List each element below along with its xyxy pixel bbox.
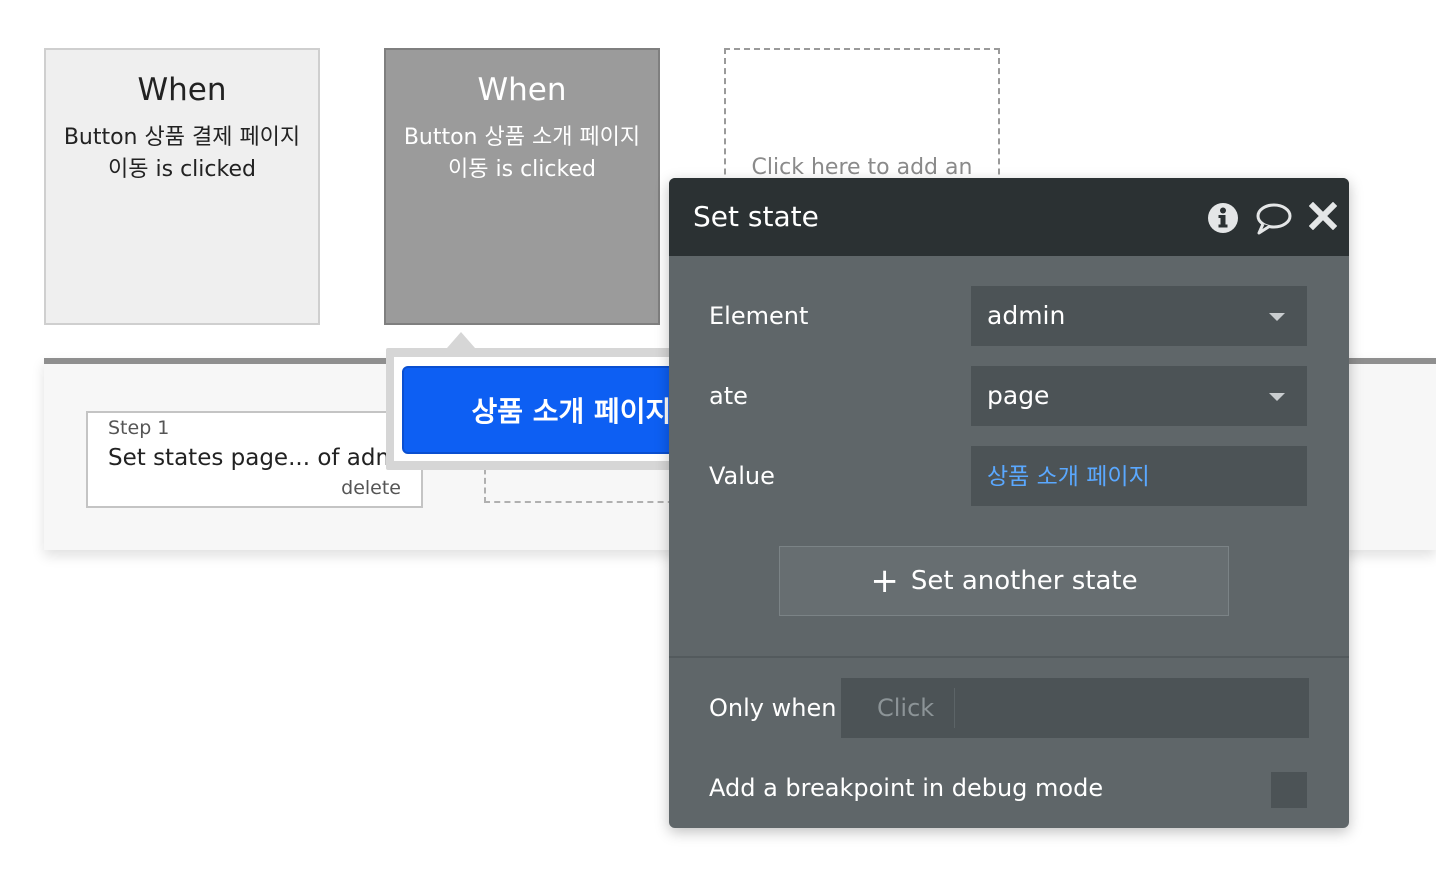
event-card-2-selected[interactable]: When Button 상품 소개 페이지 이동 is clicked bbox=[384, 48, 660, 325]
custom-state-label: ate bbox=[709, 382, 748, 410]
only-when-label: Only when bbox=[709, 694, 837, 722]
step-delete-link[interactable]: delete bbox=[341, 477, 401, 499]
set-another-state-label: Set another state bbox=[910, 566, 1138, 596]
event-card-title: When bbox=[477, 72, 567, 108]
custom-state-dropdown-value: page bbox=[987, 381, 1050, 410]
event-card-1[interactable]: When Button 상품 결제 페이지 이동 is clicked bbox=[44, 48, 320, 325]
info-icon[interactable] bbox=[1207, 202, 1239, 238]
set-state-panel: Set state Element admin ate page Value 상… bbox=[669, 178, 1349, 828]
step-summary: Set states page... of admi bbox=[108, 445, 405, 471]
breakpoint-checkbox[interactable] bbox=[1271, 772, 1307, 808]
event-card-title: When bbox=[137, 72, 227, 108]
step-1-card[interactable]: Step 1 Set states page... of admi delete bbox=[86, 411, 423, 508]
chevron-down-icon bbox=[1269, 393, 1285, 401]
value-expression: 상품 소개 페이지 bbox=[987, 464, 1150, 490]
close-icon[interactable] bbox=[1308, 201, 1338, 234]
value-label: Value bbox=[709, 462, 775, 490]
element-dropdown[interactable]: admin bbox=[971, 286, 1307, 346]
plus-icon: + bbox=[870, 561, 899, 601]
breakpoint-label: Add a breakpoint in debug mode bbox=[709, 774, 1104, 802]
value-input[interactable]: 상품 소개 페이지 bbox=[971, 446, 1307, 506]
panel-title: Set state bbox=[693, 200, 819, 233]
event-card-description: Button 상품 소개 페이지 이동 is clicked bbox=[403, 125, 641, 182]
tooltip-caret bbox=[447, 332, 475, 348]
comment-icon[interactable] bbox=[1255, 202, 1293, 240]
only-when-placeholder[interactable]: Click bbox=[853, 688, 956, 728]
custom-state-dropdown[interactable]: page bbox=[971, 366, 1307, 426]
event-card-description: Button 상품 결제 페이지 이동 is clicked bbox=[63, 125, 301, 182]
chevron-down-icon bbox=[1269, 313, 1285, 321]
only-when-input[interactable]: Click bbox=[841, 678, 1309, 738]
element-dropdown-value: admin bbox=[987, 301, 1066, 330]
panel-header: Set state bbox=[669, 178, 1349, 256]
set-another-state-button[interactable]: + Set another state bbox=[779, 546, 1229, 616]
step-number: Step 1 bbox=[108, 417, 170, 439]
panel-divider bbox=[669, 656, 1349, 658]
element-label: Element bbox=[709, 302, 809, 330]
